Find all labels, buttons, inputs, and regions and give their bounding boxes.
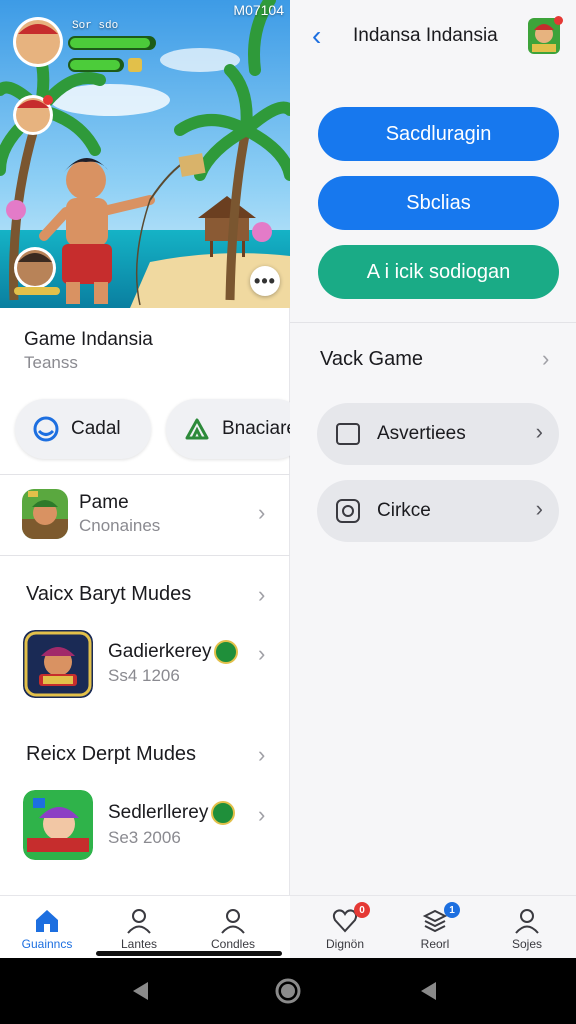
- page-title: Indansa Indansia: [353, 25, 498, 46]
- home-icon: [36, 910, 58, 932]
- secondary-button[interactable]: A i icik sodiogan: [318, 245, 559, 299]
- sedlerllerey-app-icon: [23, 790, 93, 860]
- menu-item-label: Asvertiees: [377, 423, 466, 444]
- home-circle-icon[interactable]: [275, 978, 301, 1004]
- game-hero-banner[interactable]: M07104 Sor sdo •••: [0, 0, 290, 308]
- app-screen: M07104 Sor sdo ••• Game Indansia Teanss …: [0, 0, 576, 1024]
- status-time: M07104: [233, 2, 284, 18]
- system-navigation-bar: [0, 958, 576, 1024]
- house-outline-icon: [185, 418, 209, 440]
- item-title: Gadierkerey: [108, 641, 212, 662]
- back-triangle-icon[interactable]: [418, 980, 440, 1002]
- pame-app-icon: [22, 489, 68, 539]
- featured-subtitle: Cnonaines: [79, 516, 161, 535]
- award-badge-icon: [214, 640, 238, 664]
- primary-button-1[interactable]: Sacdluragin: [318, 107, 559, 161]
- award-badge-icon: [211, 801, 235, 825]
- chevron-right-icon: ›: [258, 500, 266, 525]
- person-icon: [515, 909, 539, 934]
- hero-illustration: [0, 0, 290, 308]
- nav-tab-sojes[interactable]: Sojes: [480, 896, 574, 959]
- game-subtitle: Teanss: [24, 353, 78, 372]
- menu-item-asvertiees[interactable]: Asvertiees ›: [317, 403, 559, 465]
- nav-tab-condles[interactable]: Condles: [186, 896, 280, 959]
- nav-label: Reorl: [420, 937, 450, 951]
- nav-tab-home[interactable]: Guainncs: [0, 896, 94, 959]
- section-title: Vaicx Baryt Mudes: [26, 583, 192, 605]
- nav-tab-lantes[interactable]: Lantes: [92, 896, 186, 959]
- divider: [0, 555, 290, 556]
- nav-label: Condles: [210, 937, 256, 951]
- item-title: Sedlerllerey: [108, 802, 209, 823]
- divider: [0, 474, 290, 475]
- right-panel: ‹ Indansa Indansia Sacdluragin Sbclias A…: [290, 0, 576, 958]
- notification-badge: 1: [444, 902, 460, 918]
- chevron-right-icon: ›: [258, 641, 266, 666]
- gadierkerey-app-icon: [23, 630, 93, 698]
- nav-label: Dignön: [325, 937, 365, 951]
- game-title: Game Indansia: [24, 329, 153, 350]
- primary-button-2[interactable]: Sbclias: [318, 176, 559, 230]
- right-header: ‹ Indansa Indansia: [290, 0, 576, 70]
- featured-title: Pame: [79, 492, 129, 513]
- left-panel: M07104 Sor sdo ••• Game Indansia Teanss …: [0, 0, 290, 958]
- chevron-right-icon: ›: [535, 496, 543, 521]
- pill-button-bnaciare[interactable]: Bnaciare: [166, 399, 290, 459]
- player-tag: Sor sdo: [72, 20, 119, 32]
- chevron-right-icon: ›: [258, 742, 266, 767]
- chevron-right-icon: ›: [258, 802, 266, 827]
- camera-icon: [336, 499, 360, 523]
- notification-badge: 0: [354, 902, 370, 918]
- pill-label: Bnaciare: [222, 418, 290, 439]
- chevron-right-icon: ›: [535, 419, 543, 444]
- back-chevron-icon[interactable]: ‹: [312, 20, 321, 52]
- chevron-right-icon: ›: [258, 582, 266, 607]
- circle-logo-icon: [33, 416, 59, 442]
- notification-dot: [554, 16, 563, 25]
- item-subtitle: Se3 2006: [108, 828, 181, 847]
- chevron-right-icon: ›: [542, 346, 550, 371]
- pill-button-cadal[interactable]: Cadal: [15, 399, 151, 459]
- item-subtitle: Ss4 1206: [108, 666, 180, 685]
- nav-label: Guainncs: [21, 937, 73, 951]
- pill-scroller: Cadal Bnaciare: [0, 390, 290, 470]
- home-indicator-bar[interactable]: [96, 951, 282, 956]
- person-icon: [127, 909, 151, 934]
- menu-item-cirkce[interactable]: Cirkce ›: [317, 480, 559, 542]
- pill-label: Cadal: [71, 418, 121, 439]
- bottom-nav-left: Guainncs Lantes Condles: [0, 895, 290, 958]
- nav-tab-reorl[interactable]: Reorl 1: [388, 896, 482, 959]
- section-title: Reicx Derpt Mudes: [26, 743, 197, 765]
- divider: [290, 322, 576, 323]
- more-options-icon[interactable]: •••: [250, 266, 280, 296]
- nav-label: Lantes: [120, 937, 158, 951]
- square-outline-icon: [336, 423, 360, 445]
- person-icon: [221, 909, 245, 934]
- back-triangle-icon[interactable]: [130, 980, 152, 1002]
- section-title: Vack Game: [320, 348, 423, 370]
- menu-item-label: Cirkce: [377, 500, 431, 521]
- nav-label: Sojes: [511, 937, 543, 951]
- bottom-nav-right: Dignön 0 Reorl 1 Sojes: [290, 895, 576, 958]
- nav-tab-dignon[interactable]: Dignön 0: [298, 896, 392, 959]
